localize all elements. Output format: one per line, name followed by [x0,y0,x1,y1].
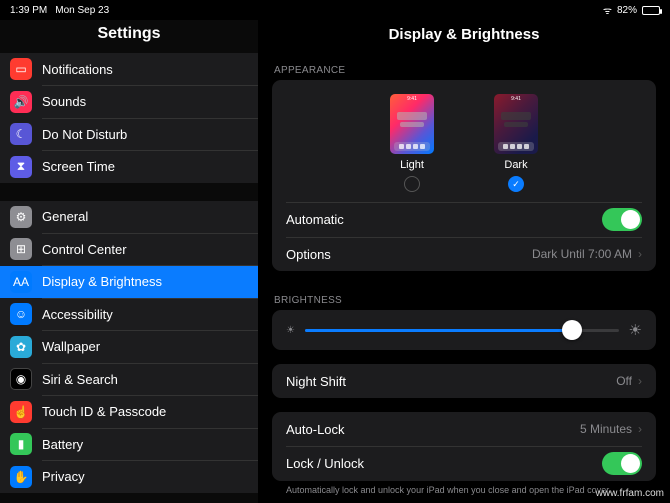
general-icon: ⚙ [10,206,32,228]
sidebar-item-control-center[interactable]: ⊞ Control Center [0,233,258,265]
dark-thumbnail: 9:41 [494,94,538,154]
automatic-toggle[interactable] [602,208,642,231]
sidebar-item-battery[interactable]: ▮ Battery [0,428,258,460]
display-brightness-icon: AA [10,271,32,293]
page-title: Display & Brightness [258,20,670,55]
do-not-disturb-icon: ☾ [10,123,32,145]
battery-percent: 82% [617,5,637,16]
sidebar-item-display-brightness[interactable]: AA Display & Brightness [0,266,258,298]
sidebar-item-label: Control Center [42,242,127,257]
siri-search-icon: ◉ [10,368,32,390]
sidebar-item-sounds[interactable]: 🔊 Sounds [0,86,258,118]
brightness-section-label: Brightness [258,285,670,310]
options-row[interactable]: Options Dark Until 7:00 AM › [272,237,656,271]
status-time: 1:39 PM [10,5,47,16]
appearance-option-light[interactable]: 9:41 Light [390,94,434,192]
status-date: Mon Sep 23 [55,5,109,16]
dark-radio[interactable] [508,176,524,192]
sidebar-item-touch-id-passcode[interactable]: ☝ Touch ID & Passcode [0,396,258,428]
sidebar-title: Settings [0,20,258,53]
light-thumbnail: 9:41 [390,94,434,154]
nightshift-panel: Night Shift Off › [272,364,656,398]
sounds-icon: 🔊 [10,91,32,113]
wifi-icon: ᯤ [603,3,612,17]
lock-panel: Auto-Lock 5 Minutes › Lock / Unlock [272,412,656,481]
sun-small-icon: ☀ [286,325,295,336]
sidebar-item-label: Battery [42,437,83,452]
appearance-section-label: Appearance [258,55,670,80]
sidebar-item-label: Notifications [42,62,113,77]
sidebar: Settings ▭ Notifications 🔊 Sounds ☾ Do Not Di… [0,20,258,503]
sidebar-item-label: Privacy [42,469,85,484]
sidebar-item-label: General [42,209,88,224]
sidebar-item-label: Display & Brightness [42,274,162,289]
sidebar-item-label: Screen Time [42,159,115,174]
sidebar-item-label: Do Not Disturb [42,127,127,142]
lockunlock-row[interactable]: Lock / Unlock [272,447,656,481]
sidebar-item-label: Siri & Search [42,372,118,387]
sidebar-item-label: Touch ID & Passcode [42,404,166,419]
autolock-row[interactable]: Auto-Lock 5 Minutes › [272,412,656,446]
sun-large-icon: ☀ [629,321,642,339]
status-bar: 1:39 PM Mon Sep 23 ᯤ 82% [0,0,670,20]
nightshift-row[interactable]: Night Shift Off › [272,364,656,398]
accessibility-icon: ☺ [10,303,32,325]
light-radio[interactable] [404,176,420,192]
watermark: www.frfam.com [596,488,664,499]
sidebar-item-screen-time[interactable]: ⧗ Screen Time [0,151,258,183]
wallpaper-icon: ✿ [10,336,32,358]
appearance-option-dark[interactable]: 9:41 Dark [494,94,538,192]
screen-time-icon: ⧗ [10,156,32,178]
sidebar-item-notifications[interactable]: ▭ Notifications [0,53,258,85]
brightness-panel: ☀ ☀ [272,310,656,350]
battery-icon [642,6,660,15]
sidebar-item-general[interactable]: ⚙ General [0,201,258,233]
sidebar-item-siri-search[interactable]: ◉ Siri & Search [0,363,258,395]
control-center-icon: ⊞ [10,238,32,260]
notifications-icon: ▭ [10,58,32,80]
battery-icon: ▮ [10,433,32,455]
appearance-panel: 9:41 Light 9:41 Dark [272,80,656,271]
chevron-right-icon: › [638,247,642,261]
sidebar-item-do-not-disturb[interactable]: ☾ Do Not Disturb [0,118,258,150]
lockunlock-toggle[interactable] [602,452,642,475]
sidebar-item-privacy[interactable]: ✋ Privacy [0,461,258,493]
sidebar-item-label: Wallpaper [42,339,100,354]
chevron-right-icon: › [638,374,642,388]
sidebar-item-label: Sounds [42,94,86,109]
brightness-slider[interactable] [305,329,619,332]
touch-id-passcode-icon: ☝ [10,401,32,423]
chevron-right-icon: › [638,422,642,436]
light-label: Light [400,159,424,171]
sidebar-item-wallpaper[interactable]: ✿ Wallpaper [0,331,258,363]
automatic-row[interactable]: Automatic [272,203,656,237]
privacy-icon: ✋ [10,466,32,488]
sidebar-item-accessibility[interactable]: ☺ Accessibility [0,298,258,330]
sidebar-item-label: Accessibility [42,307,113,322]
dark-label: Dark [504,159,527,171]
detail-pane: Display & Brightness Appearance 9:41 Lig… [258,20,670,503]
